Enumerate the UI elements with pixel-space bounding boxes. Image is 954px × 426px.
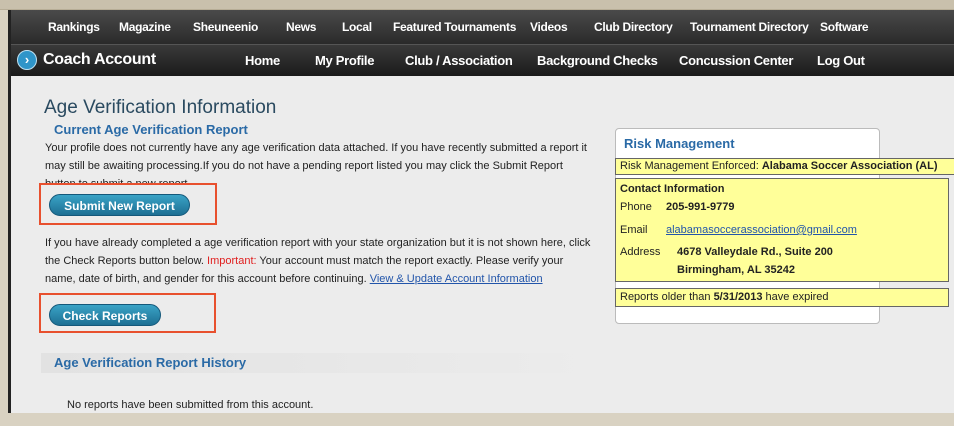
main-content: Age Verification Information Current Age…	[11, 76, 954, 426]
site-nav: Rankings Magazine Sheuneenio News Local …	[11, 10, 954, 44]
important-label: Important:	[207, 255, 257, 267]
browser-frame: Rankings Magazine Sheuneenio News Local …	[8, 10, 954, 426]
nav-rankings[interactable]: Rankings	[48, 20, 100, 34]
address-line-1: 4678 Valleydale Rd., Suite 200	[677, 246, 833, 258]
check-reports-button[interactable]: Check Reports	[49, 304, 161, 326]
check-text-line-2: the Check Reports button below. Importan…	[45, 252, 625, 270]
page-title: Age Verification Information	[44, 97, 277, 118]
nav-software[interactable]: Software	[820, 20, 869, 34]
nav-news[interactable]: News	[286, 20, 316, 34]
email-link[interactable]: alabamasoccerassociation@gmail.com	[666, 224, 857, 236]
check-text-line-1: If you have already completed a age veri…	[45, 237, 591, 249]
nav-videos[interactable]: Videos	[530, 20, 568, 34]
check-text-line-3: name, date of birth, and gender for this…	[45, 270, 625, 288]
current-text-line-2: may still be awaiting processing.If you …	[45, 160, 563, 172]
top-strip	[0, 0, 954, 10]
nav-my-profile[interactable]: My Profile	[315, 53, 374, 68]
risk-enforced-row: Risk Management Enforced: Alabama Soccer…	[615, 158, 954, 175]
phone-label: Phone	[620, 201, 652, 213]
current-text-line-1: Your profile does not currently have any…	[45, 142, 587, 154]
contact-information-box: Contact Information Phone 205-991-9779 E…	[615, 178, 949, 282]
account-nav: › Coach Account Home My Profile Club / A…	[11, 44, 954, 76]
email-label: Email	[620, 224, 648, 236]
nav-club-association[interactable]: Club / Association	[405, 53, 513, 68]
reports-expired-row: Reports older than 5/31/2013 have expire…	[615, 288, 949, 307]
nav-background-checks[interactable]: Background Checks	[537, 53, 658, 68]
account-brand[interactable]: › Coach Account	[17, 50, 156, 70]
address-line-2: Birmingham, AL 35242	[677, 264, 795, 276]
address-label: Address	[620, 246, 661, 258]
nav-magazine[interactable]: Magazine	[119, 20, 171, 34]
brand-label: Coach Account	[43, 51, 156, 68]
phone-value: 205-991-9779	[666, 201, 735, 213]
nav-featured-tournaments[interactable]: Featured Tournaments	[393, 20, 516, 34]
check-text-line-2b: Your account must match the report exact…	[256, 255, 564, 267]
nav-club-directory[interactable]: Club Directory	[594, 20, 673, 34]
expired-suffix: have expired	[762, 291, 829, 303]
enforced-value: Alabama Soccer Association (AL)	[761, 160, 938, 172]
expired-prefix: Reports older than	[620, 291, 714, 303]
contact-heading: Contact Information	[620, 183, 725, 195]
check-reports-text: If you have already completed a age veri…	[45, 234, 625, 288]
enforced-label: Risk Management Enforced:	[620, 160, 762, 172]
view-update-account-link[interactable]: View & Update Account Information	[370, 273, 543, 285]
nav-concussion-center[interactable]: Concussion Center	[679, 53, 793, 68]
submit-new-report-button[interactable]: Submit New Report	[49, 194, 190, 216]
history-empty-message: No reports have been submitted from this…	[67, 399, 314, 411]
nav-local[interactable]: Local	[342, 20, 372, 34]
risk-management-title: Risk Management	[624, 136, 735, 151]
check-text-line-3-text: name, date of birth, and gender for this…	[45, 273, 370, 285]
nav-log-out[interactable]: Log Out	[817, 53, 865, 68]
nav-home[interactable]: Home	[245, 53, 280, 68]
bottom-bar	[0, 413, 954, 426]
expired-date: 5/31/2013	[713, 291, 763, 303]
circle-arrow-icon: ›	[17, 50, 37, 70]
nav-sheuneenio[interactable]: Sheuneenio	[193, 20, 258, 34]
history-heading: Age Verification Report History	[54, 355, 247, 370]
current-report-heading: Current Age Verification Report	[54, 122, 248, 137]
nav-tournament-directory[interactable]: Tournament Directory	[690, 20, 809, 34]
check-text-line-2a: the Check Reports button below.	[45, 255, 208, 267]
